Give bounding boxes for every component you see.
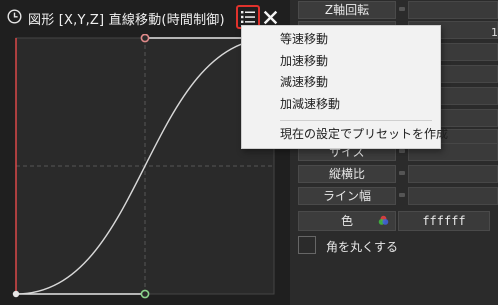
color-row: 色 ffffff bbox=[290, 210, 498, 232]
property-row-aspect: 縦横比 bbox=[290, 164, 498, 184]
menu-item-linear[interactable]: 等速移動 bbox=[242, 28, 440, 50]
aspect-ratio-button[interactable]: 縦横比 bbox=[298, 165, 396, 183]
color-button[interactable]: 色 bbox=[298, 211, 396, 231]
clock-icon bbox=[7, 9, 22, 24]
partial-value: 1 bbox=[491, 26, 498, 39]
line-width-slider[interactable] bbox=[408, 187, 498, 205]
panel-title: 図形 [X,Y,Z] 直線移動(時間制御) bbox=[28, 13, 225, 28]
property-slider[interactable] bbox=[408, 1, 498, 19]
round-corners-checkbox[interactable] bbox=[298, 236, 316, 254]
color-label: 色 bbox=[340, 214, 353, 228]
property-button[interactable]: Z軸回転 bbox=[298, 1, 396, 19]
property-row-line-width: ライン幅 bbox=[290, 186, 498, 206]
color-wheel-icon bbox=[378, 215, 389, 225]
start-point bbox=[12, 290, 20, 298]
menu-item-ease-in[interactable]: 加速移動 bbox=[242, 50, 440, 72]
list-menu-icon bbox=[241, 11, 255, 23]
bottom-control-handle bbox=[140, 289, 150, 299]
property-toggle[interactable] bbox=[399, 171, 405, 175]
menu-item-ease-in-out[interactable]: 加減速移動 bbox=[242, 93, 440, 115]
top-control-handle bbox=[140, 34, 150, 43]
menu-item-ease-out[interactable]: 減速移動 bbox=[242, 71, 440, 93]
color-value-field[interactable]: ffffff bbox=[398, 211, 490, 231]
property-toggle[interactable] bbox=[399, 149, 405, 153]
property-toggle[interactable] bbox=[399, 7, 405, 11]
preset-popup-menu: 等速移動 加速移動 減速移動 加減速移動 現在の設定でプリセットを作成 bbox=[241, 25, 448, 149]
menu-item-save-preset[interactable]: 現在の設定でプリセットを作成 bbox=[242, 123, 448, 145]
property-row: Z軸回転 bbox=[290, 0, 498, 20]
menu-separator bbox=[280, 120, 432, 121]
round-corners-label: 角を丸くする bbox=[326, 240, 399, 254]
aspect-ratio-slider[interactable] bbox=[408, 165, 498, 183]
close-icon[interactable] bbox=[262, 7, 280, 27]
property-toggle[interactable] bbox=[399, 193, 405, 197]
line-width-button[interactable]: ライン幅 bbox=[298, 187, 396, 205]
